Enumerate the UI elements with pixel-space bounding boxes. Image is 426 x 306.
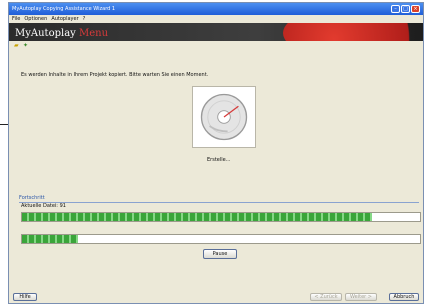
status-text: Erstelle...: [207, 157, 231, 163]
toolbar: ▰ ✦: [9, 41, 423, 50]
footer-bar: Hilfe < Zurück Weiter > Abbruch: [9, 291, 423, 303]
app-window: MyAutoplay Copying Assistance Wizard 1 –…: [8, 2, 424, 304]
banner-swoosh: [283, 23, 423, 41]
menu-optionen[interactable]: Optionen: [24, 16, 47, 22]
maximize-icon[interactable]: □: [401, 5, 410, 13]
back-button[interactable]: < Zurück: [310, 293, 342, 301]
total-progress-fill: [22, 235, 78, 243]
tb-folder-icon[interactable]: ▰: [14, 42, 20, 49]
cancel-button[interactable]: Abbruch: [389, 293, 419, 301]
wizard-content: Es werden Inhalte in Ihrem Projekt kopie…: [9, 51, 423, 295]
progress-section: Fortschritt: [19, 195, 419, 203]
title-bar: MyAutoplay Copying Assistance Wizard 1 –…: [9, 3, 423, 15]
help-button[interactable]: Hilfe: [13, 293, 37, 301]
logo-prefix: My: [15, 28, 31, 39]
window-controls: – □ ×: [391, 5, 420, 13]
pause-button[interactable]: Pause: [203, 249, 237, 259]
window-title: MyAutoplay Copying Assistance Wizard 1: [12, 6, 116, 12]
section-divider: [19, 202, 419, 203]
logo-suffix: Menu: [79, 28, 109, 39]
menu-file[interactable]: File: [12, 16, 20, 22]
next-button[interactable]: Weiter >: [345, 293, 377, 301]
disc-icon: [200, 93, 248, 141]
section-title: Fortschritt: [19, 195, 45, 201]
close-icon[interactable]: ×: [411, 5, 420, 13]
menu-autoplayer[interactable]: Autoplayer: [51, 16, 78, 22]
current-file-label: Aktuelle Datei: 91: [21, 203, 66, 209]
total-progress-bar: [21, 234, 421, 244]
tb-star-icon[interactable]: ✦: [23, 42, 29, 49]
file-progress-bar: [21, 212, 421, 222]
header-banner: MyAutoplay Menu: [9, 23, 423, 41]
app-logo: MyAutoplay Menu: [15, 28, 108, 39]
menu-bar: File Optionen Autoplayer ?: [9, 15, 423, 23]
menu-help[interactable]: ?: [83, 16, 86, 22]
minimize-icon[interactable]: –: [391, 5, 400, 13]
instruction-text: Es werden Inhalte in Ihrem Projekt kopie…: [21, 72, 209, 78]
logo-main: Autoplay: [30, 28, 76, 39]
file-progress-fill: [22, 213, 373, 221]
disc-panel: [192, 86, 256, 148]
